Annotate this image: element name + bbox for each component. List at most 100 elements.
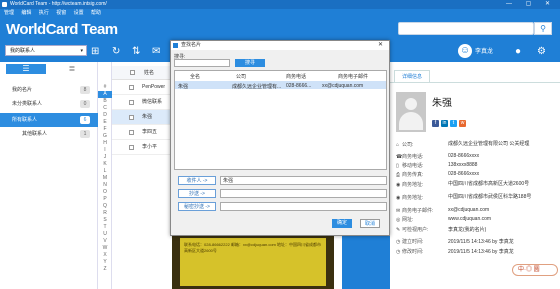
row-checkbox[interactable] <box>129 85 134 90</box>
alpha-letter[interactable]: S <box>98 217 112 224</box>
ok-button[interactable]: 确定 <box>332 219 352 228</box>
alpha-letter[interactable]: P <box>98 196 112 203</box>
group-select[interactable]: 我的联系人 ▾ <box>5 45 87 56</box>
to-field[interactable]: 朱强 <box>220 176 387 185</box>
website-value[interactable]: www.cdjuquan.com <box>448 216 491 222</box>
fax-value[interactable]: 028-8666xxxx <box>448 171 479 177</box>
alpha-letter[interactable]: U <box>98 231 112 238</box>
menu-help[interactable]: 帮助 <box>91 10 101 16</box>
alpha-letter[interactable]: I <box>98 147 112 154</box>
sort-icon[interactable]: ⇅ <box>132 42 140 62</box>
linkedin-icon[interactable]: in <box>441 120 448 127</box>
dialog-search-input[interactable] <box>174 59 230 67</box>
mail-icon[interactable]: ✉ <box>152 42 160 62</box>
cancel-button[interactable]: 取消 <box>360 219 380 228</box>
alpha-letter[interactable]: L <box>98 168 112 175</box>
chat-icon[interactable]: ● <box>515 42 521 62</box>
detail-field: ☎商务电话: <box>396 153 423 160</box>
sidebar-item-other-contacts[interactable]: 其他联系人 1 <box>0 127 98 141</box>
cc-button[interactable]: 抄送 -> <box>178 189 216 198</box>
address-value[interactable]: 中国四川省成都市高新区大道2600号 <box>448 181 558 187</box>
row-checkbox[interactable] <box>129 115 134 120</box>
sidebar-item-uncategorized[interactable]: 未分类联系人 0 <box>0 97 98 111</box>
sidebar-item-my-cards[interactable]: 我的名片 8 <box>0 83 98 97</box>
input-method-pill[interactable]: 中·◎ 圆 <box>512 264 558 276</box>
alpha-letter[interactable]: Y <box>98 259 112 266</box>
column-header-name[interactable]: 姓名 <box>144 69 154 76</box>
detail-field: ✉ 商务电子邮件: <box>396 207 433 214</box>
window-controls[interactable]: — ▢ ✕ <box>506 0 556 9</box>
column-header-fullname[interactable]: 全名 <box>190 73 200 80</box>
alpha-letter[interactable]: W <box>98 245 112 252</box>
bcc-field[interactable] <box>220 202 387 211</box>
window-titlebar: WorldCard Team - http://wcteam.intsig.co… <box>0 0 560 9</box>
field-label: 商务地址: <box>402 195 424 201</box>
visible-users-value: 李真龙(我的名片) <box>448 227 487 233</box>
column-header-phone[interactable]: 商务电话 <box>286 73 306 80</box>
twitter-icon[interactable]: t <box>450 120 457 127</box>
mobile-phone-value[interactable]: 138xxxx8888 <box>448 162 477 168</box>
contact-name: 微信联系 <box>142 99 163 105</box>
alpha-letter[interactable]: T <box>98 224 112 231</box>
to-button[interactable]: 收件人 -> <box>178 176 216 185</box>
close-icon[interactable]: ✕ <box>378 41 383 50</box>
alpha-letter[interactable]: G <box>98 133 112 140</box>
row-checkbox[interactable] <box>129 100 134 105</box>
tab-details[interactable]: 详细信息 <box>394 70 430 82</box>
detail-field: ⎙ 商务传真: <box>396 171 423 178</box>
column-header-email[interactable]: 商务电子邮件 <box>338 73 368 80</box>
window-title: WorldCard Team - http://wcteam.intsig.co… <box>10 1 107 7</box>
weibo-icon[interactable]: w <box>459 120 466 127</box>
menu-settings[interactable]: 设置 <box>74 10 84 16</box>
alpha-letter[interactable]: H <box>98 140 112 147</box>
alpha-letter[interactable]: J <box>98 154 112 161</box>
search-input[interactable] <box>398 22 534 35</box>
column-header-company[interactable]: 公司 <box>236 73 246 80</box>
alpha-letter[interactable]: D <box>98 112 112 119</box>
sync-icon[interactable]: ↻ <box>112 42 120 62</box>
business-card-image[interactable]: 联系电话：028-86662222 邮箱：xx@cdjuquan.com 地址：… <box>172 234 334 289</box>
menu-view[interactable]: 视窗 <box>56 10 66 16</box>
address-value[interactable]: 中国四川省成都市武侯区科华路188号 <box>448 194 558 200</box>
alpha-letter[interactable]: A <box>98 91 112 98</box>
alpha-letter[interactable]: N <box>98 182 112 189</box>
field-label: 商务地址: <box>402 182 424 188</box>
alpha-letter[interactable]: C <box>98 105 112 112</box>
count-badge: 8 <box>80 86 90 94</box>
alpha-letter[interactable]: O <box>98 189 112 196</box>
alpha-letter[interactable]: K <box>98 161 112 168</box>
alpha-letter[interactable]: M <box>98 175 112 182</box>
avatar[interactable]: ☺ <box>458 44 472 58</box>
dialog-search-button[interactable]: 搜寻 <box>235 59 265 67</box>
user-name[interactable]: 李真龙 <box>475 42 493 62</box>
add-contact-icon[interactable]: ⊞ <box>91 42 99 62</box>
company-value[interactable]: 成都久远企业管理有限公司 公关经理 <box>448 141 558 147</box>
alpha-letter[interactable]: R <box>98 210 112 217</box>
menu-edit[interactable]: 编辑 <box>21 10 31 16</box>
email-value[interactable]: xx@cdjuquan.com <box>448 207 489 213</box>
row-checkbox[interactable] <box>129 130 134 135</box>
alpha-letter[interactable]: E <box>98 119 112 126</box>
alpha-letter[interactable]: Q <box>98 203 112 210</box>
gear-icon[interactable]: ⚙ <box>537 42 546 62</box>
menu-run[interactable]: 执行 <box>39 10 49 16</box>
select-all-checkbox[interactable] <box>130 70 135 75</box>
alpha-letter[interactable]: F <box>98 126 112 133</box>
alpha-letter[interactable]: B <box>98 98 112 105</box>
menu-manage[interactable]: 管理 <box>4 10 14 16</box>
tab-contacts-list[interactable]: ☰ <box>6 64 46 74</box>
search-icon[interactable]: ⚲ <box>534 22 552 35</box>
alpha-letter[interactable]: V <box>98 238 112 245</box>
facebook-icon[interactable]: f <box>432 120 439 127</box>
bcc-button[interactable]: 秘密抄送 -> <box>178 202 216 211</box>
business-phone-value[interactable]: 028-8666xxxx <box>448 153 479 159</box>
detail-field: ◎ 网址: <box>396 216 413 223</box>
row-checkbox[interactable] <box>129 145 134 150</box>
cc-field[interactable] <box>220 189 387 198</box>
tab-contacts-grid[interactable]: ≣ <box>52 64 92 74</box>
alpha-letter[interactable]: X <box>98 252 112 259</box>
sidebar-item-all-contacts[interactable]: 所有联系人 6 <box>0 113 98 127</box>
alpha-letter[interactable]: Z <box>98 266 112 273</box>
count-badge: 1 <box>80 130 90 138</box>
alpha-letter[interactable]: # <box>98 84 112 91</box>
